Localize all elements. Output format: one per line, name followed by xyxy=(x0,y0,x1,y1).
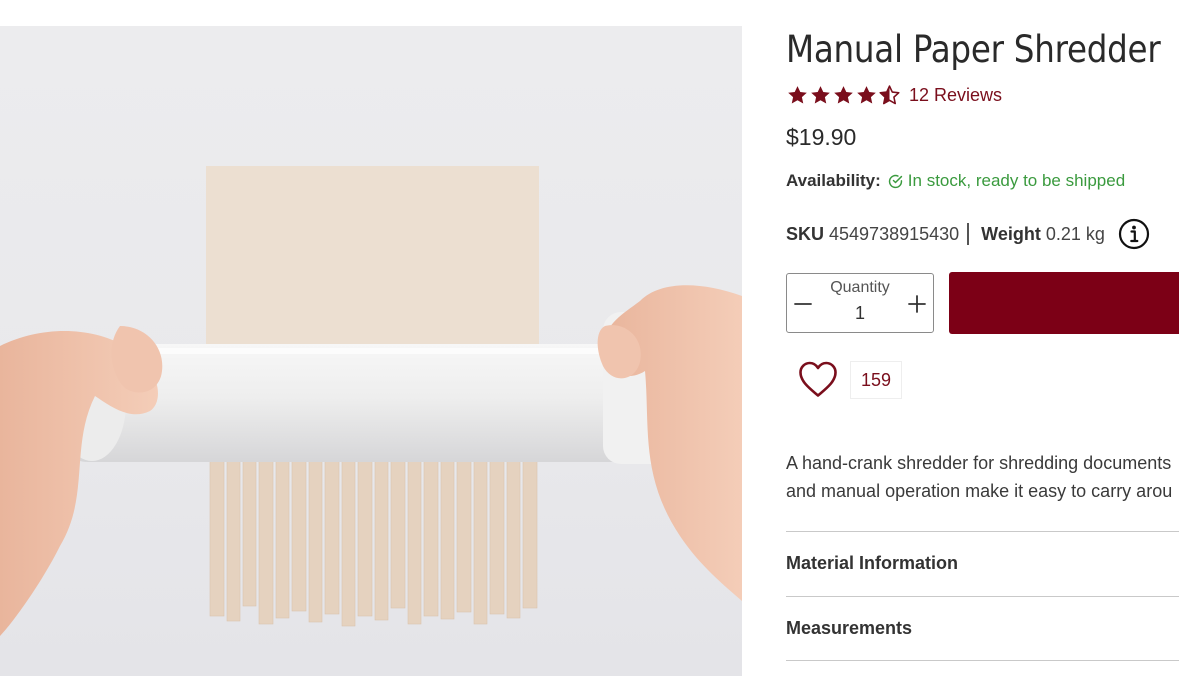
star-half-icon xyxy=(879,84,900,104)
star-icon xyxy=(811,85,830,104)
add-to-cart-button[interactable] xyxy=(949,272,1179,334)
accordion-divider xyxy=(786,660,1179,661)
reviews-link[interactable]: 12 Reviews xyxy=(909,85,1002,106)
product-description: A hand-crank shredder for shredding docu… xyxy=(786,449,1179,505)
meta-divider xyxy=(967,223,970,245)
quantity-stepper: Quantity 1 xyxy=(786,273,934,333)
product-meta: SKU 4549738915430 Weight 0.21 kg xyxy=(786,218,1150,250)
product-image xyxy=(0,26,742,676)
description-line: A hand-crank shredder for shredding docu… xyxy=(786,453,1172,473)
description-line: and manual operation make it easy to car… xyxy=(786,481,1173,501)
product-info: Manual Paper Shredder 12 Reviews $19.90 … xyxy=(786,0,1179,676)
weight-value: 0.21 kg xyxy=(1045,223,1105,244)
sku-value: 4549738915430 xyxy=(829,223,960,244)
accordion-material-information[interactable]: Material Information xyxy=(786,531,1179,595)
rating-stars xyxy=(786,84,901,107)
product-price: $19.90 xyxy=(786,124,857,150)
availability-label: Availability: xyxy=(786,171,881,190)
sku-label: SKU xyxy=(786,223,825,244)
heart-icon[interactable] xyxy=(796,358,840,400)
weight-label: Weight xyxy=(981,223,1041,244)
product-title: Manual Paper Shredder xyxy=(786,28,1161,71)
accordion-measurements[interactable]: Measurements xyxy=(786,596,1179,660)
star-icon xyxy=(857,85,876,104)
check-circle-icon xyxy=(888,174,902,188)
availability: Availability: In stock, ready to be ship… xyxy=(786,171,1125,191)
product-page: Manual Paper Shredder 12 Reviews $19.90 … xyxy=(0,0,1179,676)
star-icon xyxy=(788,85,807,104)
product-rating: 12 Reviews xyxy=(786,82,1002,108)
wishlist-count: 159 xyxy=(850,361,902,399)
info-icon[interactable] xyxy=(1118,218,1150,250)
star-icon xyxy=(834,85,853,104)
availability-value: In stock, ready to be shipped xyxy=(907,171,1126,190)
plus-icon[interactable] xyxy=(905,292,929,316)
